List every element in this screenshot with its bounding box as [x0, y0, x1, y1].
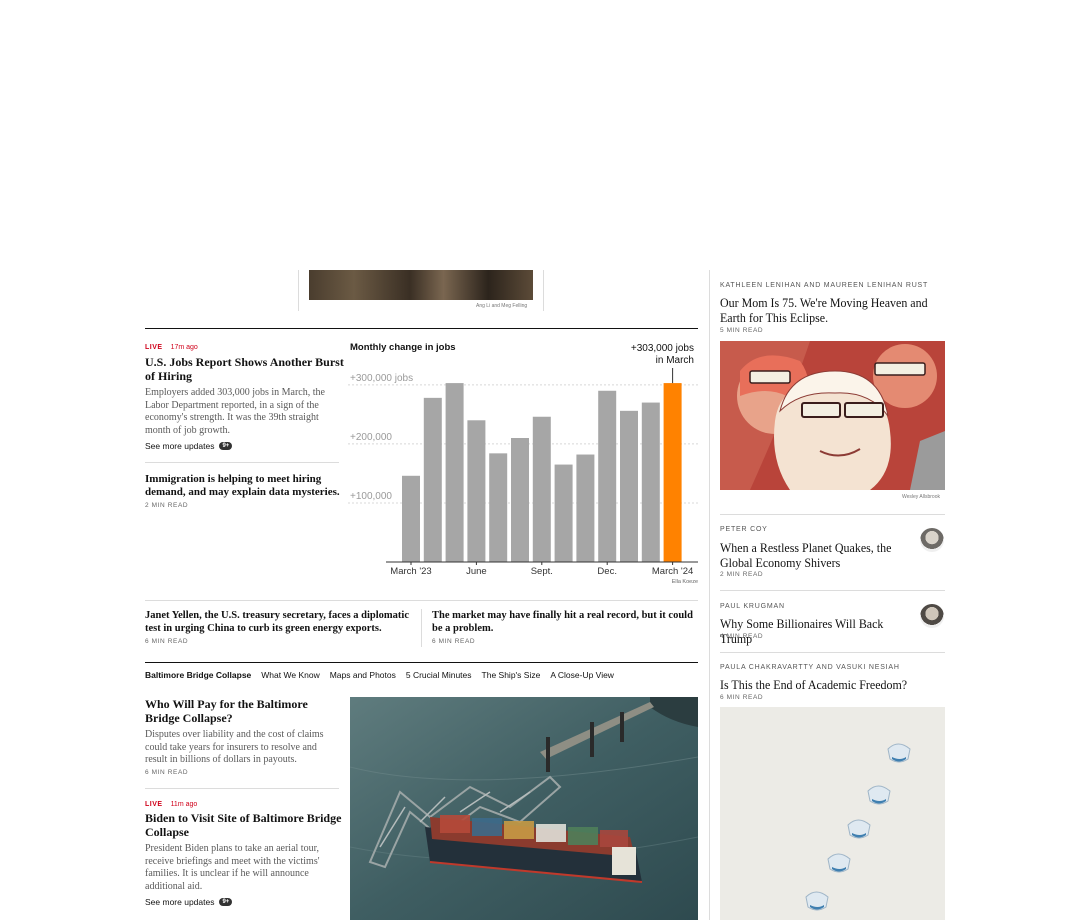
y-tick-label: +200,000 — [350, 432, 392, 443]
read-time: 4 MIN READ — [720, 633, 764, 640]
chart-bar — [532, 416, 551, 562]
opinion-headline[interactable]: Is This the End of Academic Freedom? — [720, 677, 927, 692]
chart-bar — [641, 402, 660, 562]
jobs-summary[interactable]: Employers added 303,000 jobs in March, t… — [145, 387, 337, 437]
chart-bar — [663, 383, 682, 562]
live-text: LIVE — [145, 801, 163, 808]
x-tick-label: Dec. — [597, 566, 617, 577]
opinion-headline[interactable]: Why Some Billionaires Will Back Trump — [720, 616, 904, 646]
live-timestamp: 11m ago — [170, 801, 198, 808]
update-count-badge: 9+ — [219, 442, 233, 450]
immigration-headline[interactable]: Immigration is helping to meet hiring de… — [145, 473, 340, 498]
top-story-photo[interactable] — [309, 270, 533, 300]
opinion-byline[interactable]: PAULA CHAKRAVARTTY AND VASUKI NESIAH — [720, 664, 900, 671]
bridge-nav-link-close-up[interactable]: A Close-Up View — [550, 670, 614, 680]
bridge-collapse-photo[interactable] — [350, 697, 698, 920]
x-tick-label: Sept. — [531, 566, 553, 577]
section-rule — [145, 600, 698, 601]
see-more-label: See more updates — [145, 441, 215, 451]
chart-bar — [402, 475, 420, 562]
story-divider — [145, 462, 339, 463]
y-tick-label: +100,000 — [350, 491, 392, 502]
author-avatar[interactable] — [920, 528, 944, 552]
x-tick-label: June — [466, 566, 487, 577]
see-more-label: See more updates — [145, 897, 215, 907]
update-count-badge: 9+ — [219, 898, 233, 906]
read-time: 6 MIN READ — [145, 769, 189, 776]
chart-bar — [598, 390, 617, 562]
photo-credit: Ang Li and Meg Felling — [476, 303, 528, 309]
opinion-headline[interactable]: Our Mom Is 75. We're Moving Heaven and E… — [720, 295, 932, 325]
chart-bar — [554, 464, 573, 562]
opinion-headline[interactable]: When a Restless Planet Quakes, the Globa… — [720, 540, 909, 570]
eclipse-illustration[interactable] — [720, 341, 945, 490]
chart-bar — [511, 438, 529, 562]
column-divider — [421, 609, 422, 647]
market-headline[interactable]: The market may have finally hit a real r… — [432, 609, 694, 635]
jobs-bar-chart[interactable]: +100,000 +200,000 +300,000 jobs March '23 Ju… — [348, 364, 700, 586]
chart-title: Monthly change in jobs — [350, 342, 456, 353]
chart-bar — [489, 453, 508, 562]
bridge-nav: Baltimore Bridge Collapse What We Know M… — [145, 670, 614, 680]
read-time: 6 MIN READ — [432, 638, 476, 645]
opinion-byline[interactable]: PETER COY — [720, 526, 768, 533]
x-tick-label: March '24 — [652, 566, 693, 577]
opinion-byline[interactable]: PAUL KRUGMAN — [720, 603, 785, 610]
annotation-value: +303,000 jobs — [630, 343, 694, 354]
live-timestamp: 17m ago — [170, 344, 198, 351]
section-rule — [145, 328, 698, 329]
live-label: LIVE 11m ago — [145, 801, 197, 808]
live-label: LIVE 17m ago — [145, 344, 198, 351]
bridge-nav-title[interactable]: Baltimore Bridge Collapse — [145, 670, 251, 680]
chart-bar — [423, 397, 442, 562]
read-time: 5 MIN READ — [720, 327, 764, 334]
see-more-updates-link[interactable]: See more updates 9+ — [145, 897, 233, 907]
bridge-nav-link-maps[interactable]: Maps and Photos — [330, 670, 396, 680]
column-divider — [298, 270, 299, 311]
read-time: 6 MIN READ — [720, 694, 764, 701]
story-divider — [720, 590, 945, 591]
read-time: 6 MIN READ — [145, 638, 189, 645]
chart-bar — [576, 454, 595, 562]
chart-bar — [620, 410, 638, 562]
live-text: LIVE — [145, 344, 163, 351]
opinion-column-divider — [709, 270, 710, 920]
see-more-updates-link[interactable]: See more updates 9+ — [145, 441, 233, 451]
x-tick-label: March '23 — [390, 566, 431, 577]
story-divider — [720, 514, 945, 515]
chart-credit: Ella Koeze — [672, 579, 698, 585]
y-tick-label: +300,000 jobs — [350, 373, 413, 384]
bridge-nav-link-ship-size[interactable]: The Ship's Size — [482, 670, 541, 680]
author-avatar[interactable] — [920, 604, 944, 628]
bridge-nav-link-minutes[interactable]: 5 Crucial Minutes — [406, 670, 472, 680]
story-divider — [145, 788, 339, 789]
masks-illustration[interactable] — [720, 707, 945, 920]
read-time: 2 MIN READ — [145, 502, 189, 509]
column-divider — [543, 270, 544, 311]
read-time: 2 MIN READ — [720, 571, 764, 578]
biden-visit-summary[interactable]: President Biden plans to take an aerial … — [145, 843, 337, 893]
bridge-liability-headline[interactable]: Who Will Pay for the Baltimore Bridge Co… — [145, 697, 325, 725]
jobs-headline[interactable]: U.S. Jobs Report Shows Another Burst of … — [145, 355, 345, 383]
chart-bar — [467, 420, 486, 562]
yellen-headline[interactable]: Janet Yellen, the U.S. treasury secretar… — [145, 609, 410, 635]
illustration-credit: Wesley Allsbrook — [902, 494, 940, 500]
bridge-liability-summary[interactable]: Disputes over liability and the cost of … — [145, 729, 337, 767]
story-divider — [720, 652, 945, 653]
chart-bar — [445, 383, 464, 562]
section-rule — [145, 662, 698, 663]
bridge-nav-link-what-we-know[interactable]: What We Know — [261, 670, 319, 680]
opinion-byline[interactable]: KATHLEEN LENIHAN AND MAUREEN LENIHAN RUS… — [720, 282, 928, 289]
biden-visit-headline[interactable]: Biden to Visit Site of Baltimore Bridge … — [145, 811, 345, 839]
